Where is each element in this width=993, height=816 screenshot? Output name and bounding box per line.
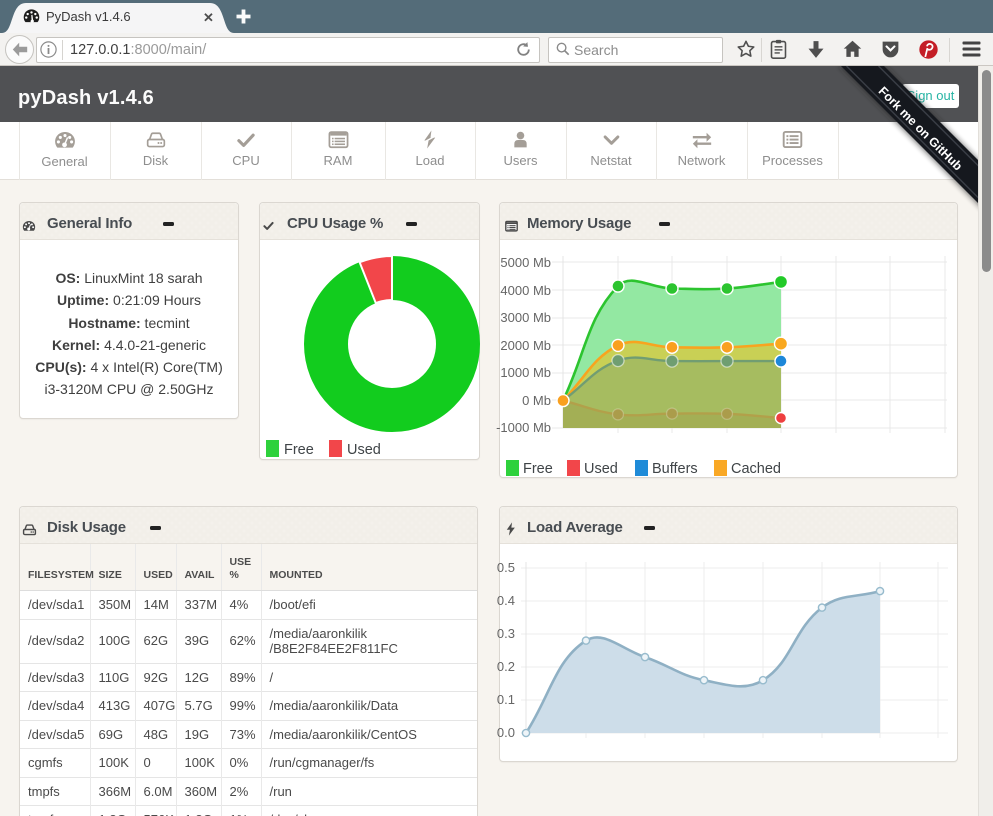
svg-text:Buffers: Buffers — [652, 461, 698, 477]
svg-text:Fork me on GitHub: Fork me on GitHub — [876, 84, 966, 174]
svg-text:-1000 Mb: -1000 Mb — [496, 420, 551, 435]
svg-text:Free: Free — [523, 461, 553, 477]
svg-text:2000 Mb: 2000 Mb — [500, 338, 551, 353]
svg-text:Free: Free — [284, 442, 314, 458]
svg-text:Used: Used — [584, 461, 618, 477]
svg-text:0.1: 0.1 — [497, 692, 515, 707]
svg-text:3000 Mb: 3000 Mb — [500, 310, 551, 325]
svg-text:4000 Mb: 4000 Mb — [500, 283, 551, 298]
svg-text:Used: Used — [347, 442, 381, 458]
svg-text:Cached: Cached — [731, 461, 781, 477]
svg-text:0.0: 0.0 — [497, 725, 515, 740]
svg-text:0.4: 0.4 — [497, 593, 515, 608]
svg-text:1000 Mb: 1000 Mb — [500, 365, 551, 380]
svg-text:5000 Mb: 5000 Mb — [500, 255, 551, 270]
svg-text:0.5: 0.5 — [497, 560, 515, 575]
svg-text:0 Mb: 0 Mb — [522, 393, 551, 408]
svg-text:0.2: 0.2 — [497, 659, 515, 674]
svg-text:0.3: 0.3 — [497, 626, 515, 641]
